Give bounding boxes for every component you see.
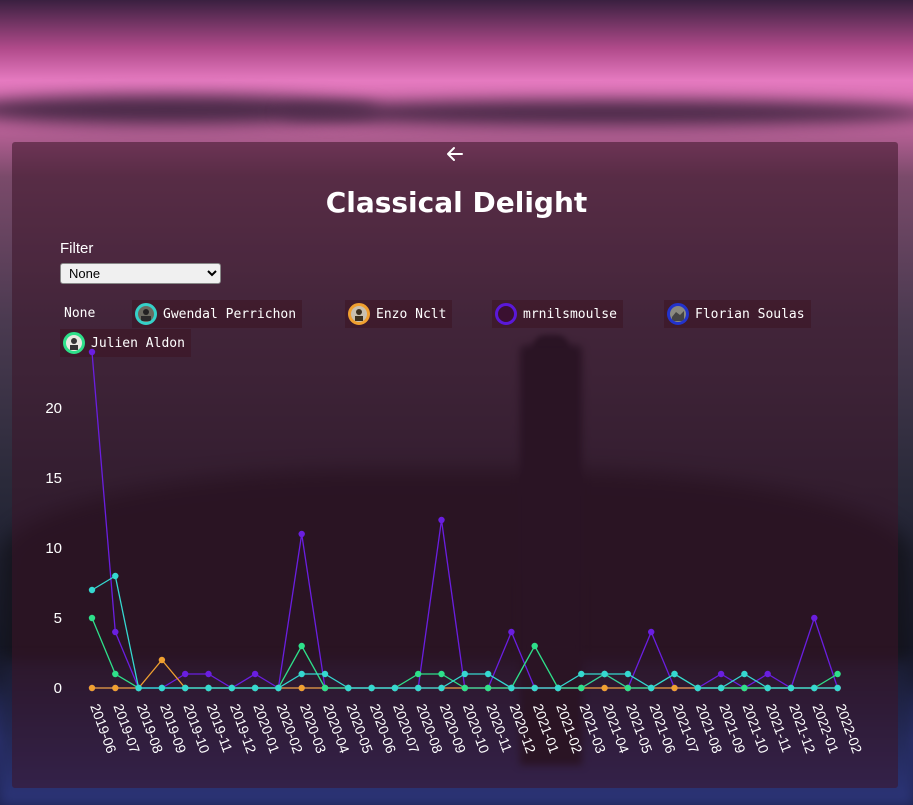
- data-point[interactable]: [321, 684, 329, 692]
- y-tick-label: 10: [45, 540, 62, 557]
- data-point[interactable]: [531, 684, 538, 692]
- data-point[interactable]: [112, 628, 119, 636]
- data-point[interactable]: [298, 642, 305, 650]
- data-point[interactable]: [741, 670, 748, 678]
- data-point[interactable]: [601, 684, 608, 692]
- data-point[interactable]: [764, 684, 771, 692]
- y-tick-label: 15: [45, 470, 62, 487]
- data-point[interactable]: [415, 670, 422, 678]
- data-point[interactable]: [298, 670, 305, 678]
- data-point[interactable]: [578, 684, 585, 692]
- data-point[interactable]: [624, 684, 632, 692]
- data-point[interactable]: [648, 684, 655, 692]
- data-point[interactable]: [438, 684, 445, 692]
- data-point[interactable]: [438, 670, 445, 678]
- data-point[interactable]: [717, 684, 725, 692]
- data-point[interactable]: [298, 684, 305, 692]
- data-point[interactable]: [508, 628, 515, 636]
- data-point[interactable]: [461, 684, 468, 692]
- data-point[interactable]: [321, 670, 329, 678]
- data-point[interactable]: [834, 670, 841, 678]
- data-point[interactable]: [112, 572, 119, 580]
- data-point[interactable]: [205, 670, 212, 678]
- y-tick-label: 5: [54, 610, 62, 627]
- data-point[interactable]: [554, 684, 562, 692]
- data-point[interactable]: [787, 684, 795, 692]
- data-point[interactable]: [484, 684, 492, 692]
- series-julien-aldon: [88, 614, 841, 692]
- line-chart: 051015202019-062019-072019-082019-092019…: [45, 348, 865, 756]
- data-point[interactable]: [717, 670, 725, 678]
- data-point[interactable]: [531, 642, 538, 650]
- data-point[interactable]: [112, 670, 119, 678]
- data-point[interactable]: [671, 684, 678, 692]
- data-point[interactable]: [764, 670, 771, 678]
- data-point[interactable]: [624, 670, 632, 678]
- data-point[interactable]: [438, 516, 445, 524]
- data-point[interactable]: [275, 684, 282, 692]
- data-point[interactable]: [205, 684, 212, 692]
- data-point[interactable]: [182, 670, 189, 678]
- y-tick-label: 20: [45, 400, 62, 417]
- data-point[interactable]: [834, 684, 841, 692]
- data-point[interactable]: [88, 614, 96, 622]
- data-point[interactable]: [298, 530, 305, 538]
- data-point[interactable]: [112, 684, 119, 692]
- data-point[interactable]: [158, 684, 166, 692]
- data-point[interactable]: [251, 684, 259, 692]
- data-point[interactable]: [345, 684, 352, 692]
- data-point[interactable]: [508, 684, 515, 692]
- data-point[interactable]: [251, 670, 259, 678]
- data-point[interactable]: [461, 670, 468, 678]
- data-point[interactable]: [391, 684, 399, 692]
- data-point[interactable]: [88, 684, 96, 692]
- y-tick-label: 0: [54, 680, 62, 697]
- data-point[interactable]: [228, 684, 235, 692]
- series-line: [91, 351, 839, 690]
- data-point[interactable]: [135, 684, 142, 692]
- data-point[interactable]: [158, 656, 166, 664]
- data-point[interactable]: [415, 684, 422, 692]
- series-mrnilsmoulse: [88, 348, 841, 692]
- data-point[interactable]: [88, 348, 96, 356]
- data-point[interactable]: [484, 670, 492, 678]
- data-point[interactable]: [811, 614, 818, 622]
- data-point[interactable]: [578, 670, 585, 678]
- data-point[interactable]: [182, 684, 189, 692]
- data-point[interactable]: [648, 628, 655, 636]
- data-point[interactable]: [811, 684, 818, 692]
- data-point[interactable]: [671, 670, 678, 678]
- data-point[interactable]: [368, 684, 375, 692]
- data-point[interactable]: [741, 684, 748, 692]
- data-point[interactable]: [601, 670, 608, 678]
- data-point[interactable]: [694, 684, 701, 692]
- data-point[interactable]: [88, 586, 96, 594]
